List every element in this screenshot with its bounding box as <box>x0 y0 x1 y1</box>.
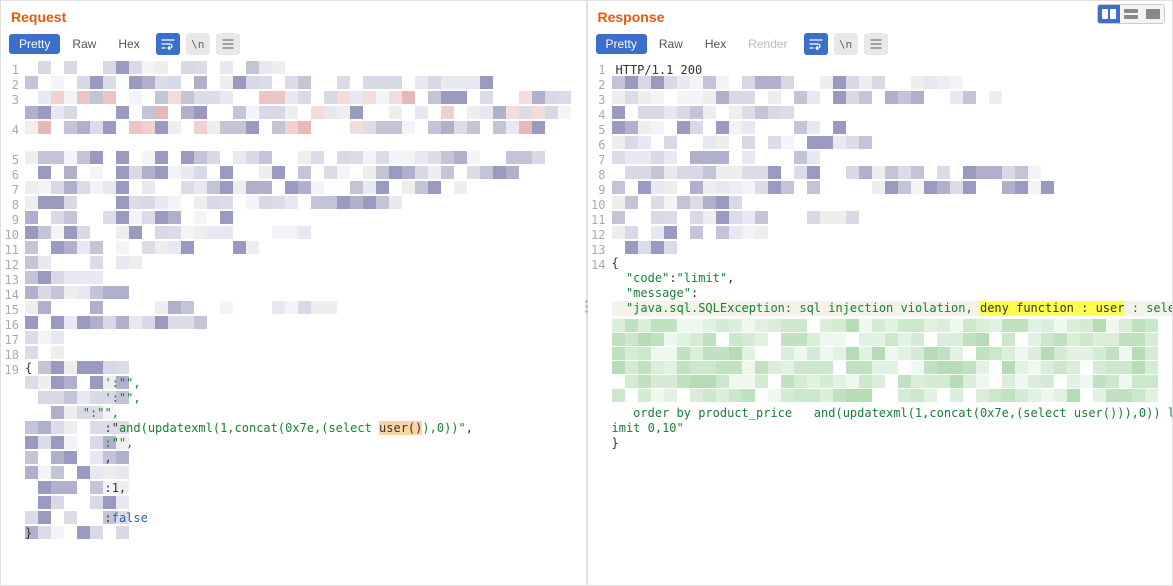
hamburger-resp[interactable] <box>864 33 888 55</box>
hamburger-req[interactable] <box>216 33 240 55</box>
response-title: Response <box>588 1 1173 29</box>
request-title: Request <box>1 1 586 29</box>
single-view-button[interactable] <box>1142 5 1164 23</box>
wrap-toggle-resp[interactable] <box>804 33 828 55</box>
req-body-open: { <box>25 361 473 376</box>
tab-raw-resp[interactable]: Raw <box>649 34 693 54</box>
response-panel: Response Pretty Raw Hex Render \n 123456… <box>587 0 1173 586</box>
response-code-area[interactable]: 1234567891011121314 HTTP/1.1 200 { "code… <box>588 61 1173 585</box>
tab-hex-req[interactable]: Hex <box>108 34 149 54</box>
tab-pretty-req[interactable]: Pretty <box>9 34 60 54</box>
newline-toggle-resp[interactable]: \n <box>834 33 858 55</box>
newline-toggle-req[interactable]: \n <box>186 33 210 55</box>
request-panel: Request Pretty Raw Hex \n 12345678910111… <box>0 0 587 586</box>
request-toolbar: Pretty Raw Hex \n <box>1 29 586 61</box>
request-code-area[interactable]: 12345678910111213141516171819 { ':"", ':… <box>1 61 586 585</box>
resp-status-line: HTTP/1.1 200 <box>616 63 1169 78</box>
panel-divider[interactable] <box>585 300 588 313</box>
split-view-button[interactable] <box>1098 5 1120 23</box>
layout-view-modes <box>1097 4 1165 24</box>
tab-raw-req[interactable]: Raw <box>62 34 106 54</box>
tab-render-resp[interactable]: Render <box>738 34 797 54</box>
request-gutter: 12345678910111213141516171819 <box>1 61 25 585</box>
response-toolbar: Pretty Raw Hex Render \n <box>588 29 1173 61</box>
tab-hex-resp[interactable]: Hex <box>695 34 736 54</box>
stacked-view-button[interactable] <box>1120 5 1142 23</box>
response-gutter: 1234567891011121314 <box>588 61 612 585</box>
wrap-toggle-req[interactable] <box>156 33 180 55</box>
tab-pretty-resp[interactable]: Pretty <box>596 34 647 54</box>
